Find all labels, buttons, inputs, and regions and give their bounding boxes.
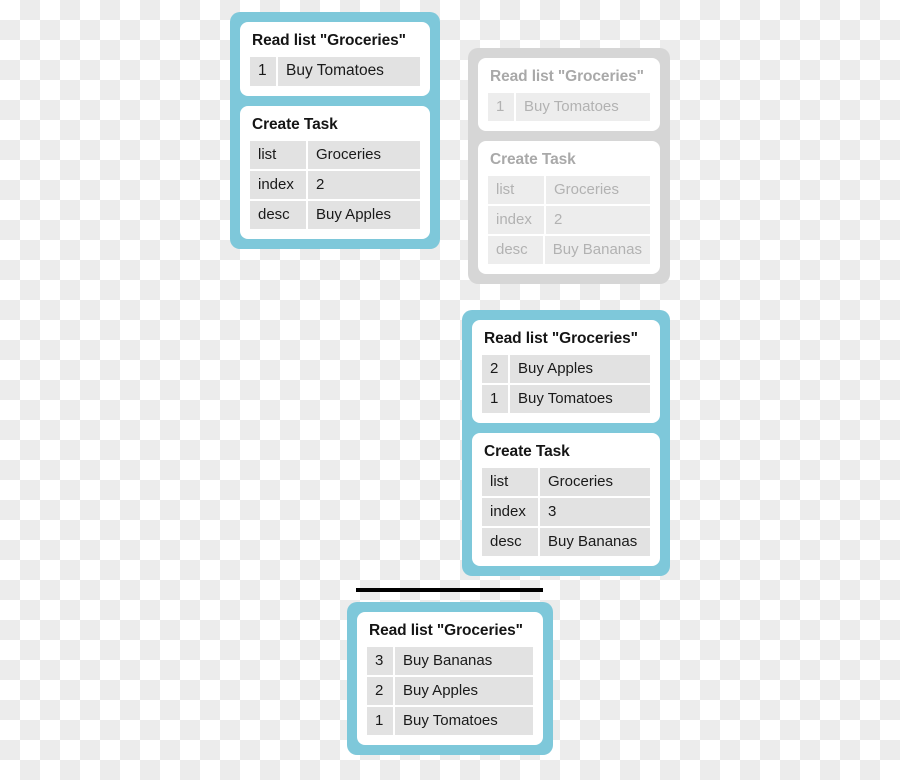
- card-title: Create Task: [252, 116, 338, 133]
- table-row[interactable]: 3 Buy Bananas: [367, 647, 533, 677]
- operation-group-step2: Read list "Groceries" 2 Buy Apples 1 Buy…: [462, 310, 670, 576]
- field-value: 2: [306, 171, 420, 199]
- table-row: desc Buy Bananas: [488, 236, 650, 264]
- table-row[interactable]: 1 Buy Tomatoes: [482, 385, 650, 413]
- task-description: Buy Apples: [393, 677, 533, 705]
- read-list-card[interactable]: Read list "Groceries" 1 Buy Tomatoes: [240, 22, 430, 96]
- table-row[interactable]: desc Buy Bananas: [482, 528, 650, 556]
- field-value: Buy Bananas: [538, 528, 650, 556]
- field-value: Buy Bananas: [542, 236, 650, 264]
- task-list-table: 1 Buy Tomatoes: [250, 57, 420, 86]
- task-description: Buy Bananas: [393, 647, 533, 675]
- card-title: Read list "Groceries": [490, 68, 644, 85]
- field-key: desc: [250, 201, 306, 229]
- field-key: list: [250, 141, 306, 169]
- table-row[interactable]: desc Buy Apples: [250, 201, 420, 229]
- card-title: Create Task: [490, 151, 576, 168]
- field-value: Groceries: [544, 176, 650, 204]
- table-row[interactable]: 2 Buy Apples: [482, 355, 650, 385]
- table-row[interactable]: 1 Buy Tomatoes: [367, 707, 533, 735]
- field-key: index: [482, 498, 538, 526]
- task-index: 3: [367, 647, 393, 675]
- divider-rule: [356, 588, 543, 592]
- task-index: 1: [488, 93, 514, 121]
- task-description: Buy Tomatoes: [393, 707, 533, 735]
- table-row: 1 Buy Tomatoes: [488, 93, 650, 121]
- table-row: list Groceries: [488, 176, 650, 206]
- table-row[interactable]: list Groceries: [482, 468, 650, 498]
- create-task-table: list Groceries index 2 desc Buy Bananas: [488, 176, 650, 264]
- table-row[interactable]: list Groceries: [250, 141, 420, 171]
- card-title: Read list "Groceries": [484, 330, 638, 347]
- field-key: index: [250, 171, 306, 199]
- field-key: index: [488, 206, 544, 234]
- task-description: Buy Apples: [508, 355, 650, 383]
- task-index: 2: [482, 355, 508, 383]
- task-index: 1: [482, 385, 508, 413]
- card-title: Create Task: [484, 443, 570, 460]
- task-list-table: 1 Buy Tomatoes: [488, 93, 650, 121]
- field-key: list: [482, 468, 538, 496]
- read-list-card[interactable]: Read list "Groceries" 3 Buy Bananas 2 Bu…: [357, 612, 543, 745]
- read-list-card-ghost: Read list "Groceries" 1 Buy Tomatoes: [478, 58, 660, 131]
- field-value: Buy Apples: [306, 201, 420, 229]
- card-title: Read list "Groceries": [252, 32, 406, 49]
- task-description: Buy Tomatoes: [514, 93, 650, 121]
- task-description: Buy Tomatoes: [276, 57, 420, 86]
- create-task-card[interactable]: Create Task list Groceries index 3 desc …: [472, 433, 660, 566]
- operation-group-step3: Read list "Groceries" 3 Buy Bananas 2 Bu…: [347, 602, 553, 755]
- field-value: Groceries: [538, 468, 650, 496]
- task-index: 1: [367, 707, 393, 735]
- task-description: Buy Tomatoes: [508, 385, 650, 413]
- create-task-card[interactable]: Create Task list Groceries index 2 desc …: [240, 106, 430, 239]
- table-row[interactable]: index 2: [250, 171, 420, 201]
- field-value: 2: [544, 206, 650, 234]
- create-task-table: list Groceries index 2 desc Buy Apples: [250, 141, 420, 229]
- task-list-table: 2 Buy Apples 1 Buy Tomatoes: [482, 355, 650, 413]
- table-row[interactable]: 2 Buy Apples: [367, 677, 533, 707]
- field-value: 3: [538, 498, 650, 526]
- operation-group-ghost: Read list "Groceries" 1 Buy Tomatoes Cre…: [468, 48, 670, 284]
- create-task-card-ghost: Create Task list Groceries index 2 desc …: [478, 141, 660, 274]
- field-key: desc: [488, 236, 543, 264]
- field-key: list: [488, 176, 544, 204]
- task-index: 2: [367, 677, 393, 705]
- operation-group-step1: Read list "Groceries" 1 Buy Tomatoes Cre…: [230, 12, 440, 249]
- create-task-table: list Groceries index 3 desc Buy Bananas: [482, 468, 650, 556]
- task-list-table: 3 Buy Bananas 2 Buy Apples 1 Buy Tomatoe…: [367, 647, 533, 735]
- task-index: 1: [250, 57, 276, 86]
- field-key: desc: [482, 528, 538, 556]
- field-value: Groceries: [306, 141, 420, 169]
- table-row[interactable]: index 3: [482, 498, 650, 528]
- read-list-card[interactable]: Read list "Groceries" 2 Buy Apples 1 Buy…: [472, 320, 660, 423]
- table-row: index 2: [488, 206, 650, 236]
- table-row[interactable]: 1 Buy Tomatoes: [250, 57, 420, 86]
- card-title: Read list "Groceries": [369, 622, 523, 639]
